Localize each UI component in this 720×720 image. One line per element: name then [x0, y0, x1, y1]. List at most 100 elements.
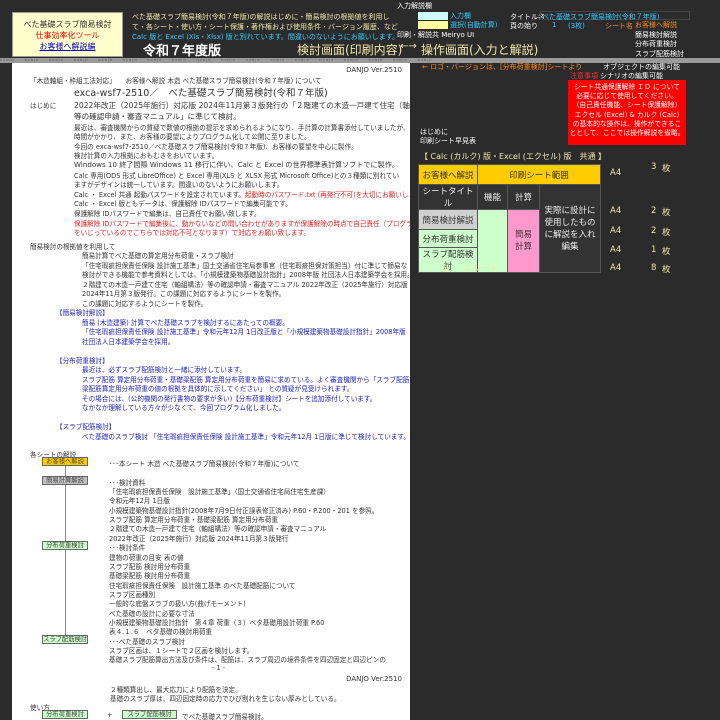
intro-text: 等の確認申請・審査マニュアル」に準じて検討。	[74, 111, 241, 121]
sheet-name-label: シート名	[605, 22, 633, 30]
logo-note: ← ロゴ・バージョンは、[分布荷重検討]シートより	[422, 63, 583, 71]
sheet-desc-line: ･･･本シート 木造 べた基礎スラブ簡易検討(令和７年版)について	[109, 460, 300, 468]
intro-line: Calc ・ Excel 版ともデータは、保護解除 IDパスワードで編集可能です…	[74, 198, 292, 208]
arrows-icon: ←→	[400, 41, 417, 52]
common-label: 【 Calc (カルク) 版・Excel (エクセル) 版 共通 】	[420, 152, 607, 161]
warning-line: (自己責任機能、シート保護解除)	[576, 101, 678, 110]
basis-line: べた基礎のスラブ検討 「住宅瑕疵担保責任保険 設計施工基準」令和元年12月 1日…	[82, 432, 410, 441]
total-all: 全	[440, 264, 449, 274]
logo-link[interactable]: お客様へ解説編	[13, 41, 122, 52]
basis-line: 梁配筋算定用分布荷重の値の根拠を具体的に示してください」 との質疑が見受けられま…	[82, 385, 354, 393]
basis-line: この課題に対応するようにシートを製作。	[82, 299, 208, 308]
doc-title: exca-wsf7-2510／ べた基礎スラブ簡易検討(令和７年版)	[74, 88, 328, 99]
basis-line: 2024年11月第３版発行。この課題に対応するようにシートを製作。	[82, 290, 286, 298]
intro-text: Windows 10 終了間際 Windows 11 移行に伴い、Calc と …	[74, 160, 399, 169]
select-color-swatch	[418, 21, 448, 29]
intro-line: 検討計算の入力根拠におもむきをおいています。	[74, 150, 218, 160]
page-count-unit: 枚	[662, 247, 671, 257]
paper-size: A4	[610, 263, 622, 273]
sheet-box: スラブ配筋検討	[42, 634, 88, 644]
logo-box: べた基礎スラブ簡易検討 仕事効率化ツール お客様へ解説編	[12, 12, 123, 57]
page-count-unit: 枚	[662, 265, 671, 275]
page-number: - 1 -	[212, 664, 226, 672]
version-label-2: DANJO Ver.2510	[346, 675, 402, 683]
th-print-range: 印刷シート範囲	[477, 164, 601, 185]
sheet-item[interactable]: 分布荷重検討	[635, 40, 684, 50]
page-count-value: 2	[651, 226, 657, 236]
paper-size: A4	[610, 206, 622, 216]
version-label: DANJO Ver.2510	[346, 66, 402, 74]
warning-box: シート共通保護解除 ＩＤ について 必要に応じて使用してください。 (自己責任機…	[568, 80, 686, 145]
title-field[interactable]: べた基礎スラブ簡易検討(令和７年版)	[540, 11, 690, 21]
warning-line: エクセル (Excel) & カルク (Calc)	[574, 110, 680, 119]
paper-size: A4	[610, 245, 622, 255]
warning-line: ととして、ここでは操作解説を省略。	[569, 129, 685, 138]
basis-line: その場合には、(公的機関の発行書物の要求が多い)【分布荷重検討】シートを追加添付…	[82, 394, 377, 403]
basis-line: 簡易 (木造建築) 計算でべた基礎スラブを検討するにあたっての概要。	[82, 318, 289, 327]
intro-line: 時間がかかり、また、お客様の要望によりプログラム化して公開に至りました。	[74, 131, 311, 141]
row-sheet[interactable]: 分布荷重検討	[418, 229, 478, 248]
basis-line: 「住宅瑕疵担保責任保険 設計施工基準」国土交通省住宅局参事官（住宅瑕疵担保対策担…	[82, 261, 408, 270]
sheet-item[interactable]: お客様へ解説	[635, 21, 684, 31]
logo-subtitle: 仕事効率化ツール	[35, 31, 100, 40]
row-sheet[interactable]: 簡易検討解説	[418, 209, 478, 230]
intro-line: 今回の exca-wsf7-2510／べた基礎スラブ簡易検討(令和７年版)、お客…	[74, 141, 358, 151]
intro-line: Calc 専用(ODS 形式 LibreOffice) と Excel 専用(X…	[74, 170, 399, 180]
intro-warning-text: をいじっているのでこちらでは対応不可となります）で対応をお願い致します。	[74, 229, 310, 238]
font-note: 印刷・解説共 Meiryo UI	[397, 31, 475, 39]
input-color-swatch	[418, 12, 448, 20]
page-count-unit: 枚	[662, 228, 671, 238]
tree-line	[65, 463, 66, 641]
basis-line: 最近は、必ずスラブ配筋検討と一緒に添付しています。	[82, 366, 246, 374]
page-start-value[interactable]: 1	[552, 21, 556, 29]
page-count-unit: 枚	[662, 164, 671, 174]
document-page: DANJO Ver.2510 「木造軸組・枠組工法対応」 お客様へ解説 木造 べ…	[12, 63, 410, 720]
intro-line: 保護解除 IDパスワードで編集後に、動かないなどの問い合わせがありますが保護解除…	[74, 218, 410, 228]
intro-line: 保護解除 IDパスワードで編集は、自己責任でお願い致します。	[74, 208, 261, 218]
basis-line: 社団法人日本建築学会を採用。	[82, 337, 175, 346]
doc-heading: 「木造軸組・枠組工法対応」 お客様へ解説 木造 べた基礎スラブ簡易検討(令和７年…	[30, 77, 322, 85]
calc-cell: 簡易計算	[507, 209, 540, 273]
cont-line: 基礎のスラブ厚は、四辺固定時の応力でひび割れを生じない厚みとしている。	[110, 695, 341, 703]
basis-line: なかなか理解している方々が少なくて、今回プログラム化しました。	[82, 404, 286, 412]
th-calc: 計算	[507, 184, 540, 210]
intro-line: 等の確認申請・審査マニュアル」に準じて検討。	[74, 111, 241, 122]
total-sheets: 全 4 シート	[440, 262, 498, 274]
edition-label: 令和７年度版	[143, 44, 222, 59]
intro-label: はじめに	[30, 102, 57, 110]
basis-line: 「住宅瑕疵担保責任保険 設計施工基準」令和元年12月 1日改正版と「小規模建築物…	[82, 328, 406, 336]
total-unit: シート	[472, 264, 499, 274]
sheet-list: お客様へ解説 簡易検討解説 分布荷重検討 スラブ配筋検討	[635, 21, 684, 59]
intro-line: ますがデザインは統一しています。間違いのないようにお願いします。	[74, 179, 283, 189]
intro-line: 最近は、審査機関からの質疑で数値の根拠の提示を求められるようになり、手計算の計算…	[74, 122, 410, 132]
page-count-unit: 枚	[662, 208, 671, 218]
intro-line: をいじっているのでこちらでは対応不可となります）で対応をお願い致します。	[74, 227, 310, 237]
desc-line: べた基礎スラブ簡易検討(令和７年版)の解説はじめに・簡易検討の根拠値を利用し	[132, 13, 390, 21]
th-sheet-title: シートタイトル	[418, 184, 478, 210]
usage-box-slab: スラブ配筋検討	[122, 710, 177, 719]
section-heading: 【スラブ配筋検討】	[56, 423, 116, 431]
plus-sign: +	[107, 711, 113, 719]
quick-ref-label: 印刷シート早見表	[420, 137, 476, 145]
usage-box-distribution: 分布荷重検討	[42, 710, 88, 719]
desc-line: て・各シート・使い方・シート保護・著作権および使用条件・バージョン履歴、など	[132, 23, 398, 31]
page-count: (3枚)	[568, 22, 585, 30]
section-heading: 【簡易検討解説】	[56, 309, 109, 317]
view-operate-label: 操作画面(入力と解説)	[421, 43, 539, 57]
header-description: べた基礎スラブ簡易検討(令和７年版)の解説はじめに・簡易検討の根拠値を利用し て…	[132, 12, 399, 42]
basis-line: ２階建ての木造一戸建て住宅（軸組構法）等の確認申請・審査マニュアル 2022年改…	[82, 280, 408, 289]
sheet-item[interactable]: 簡易検討解説	[635, 31, 684, 41]
paper-size: A4	[610, 226, 622, 236]
page-count-value: 2	[651, 206, 657, 216]
paper-size: A4	[610, 168, 622, 178]
total-n: 4	[464, 264, 471, 274]
sheet-box: 分布荷重検討	[42, 541, 88, 551]
sheet-desc-line: 基礎スラブ配筋算出方法及び条件は、配筋は、スラブ周辺の境界条件を四辺固定と四辺ピ…	[109, 656, 386, 665]
page-start-label: 頁の始り	[510, 22, 538, 30]
page-count-value: 8	[651, 263, 657, 273]
sheet-box: お客様へ解説	[42, 457, 88, 466]
warning-line: シート共通保護解除 ＩＤ について	[573, 83, 681, 91]
intro-line: 2022年改正（2025年施行）対応版 2024年11月第３版発行の「２階建ての…	[74, 100, 410, 111]
intro-text: 2022年改正（2025年施行）対応版 2024年11月第３版発行の「２階建ての…	[74, 101, 410, 110]
page-count-value: 3	[651, 162, 657, 172]
